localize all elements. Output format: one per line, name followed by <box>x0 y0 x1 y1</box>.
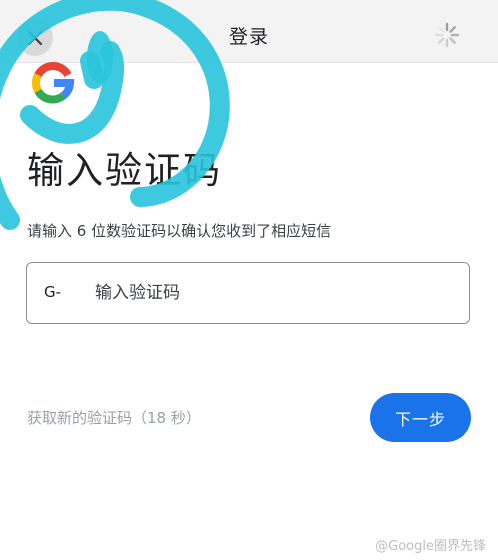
code-prefix: G- <box>44 283 62 301</box>
resend-code-link: 获取新的验证码（18 秒） <box>27 409 201 427</box>
heading: 输入验证码 <box>27 149 222 192</box>
watermark: @Google圈界先锋 <box>375 539 486 554</box>
next-button[interactable]: 下一步 <box>370 393 471 442</box>
header-bar: 登录 <box>0 0 498 63</box>
google-logo <box>32 62 75 104</box>
page-title: 登录 <box>228 26 269 48</box>
subtitle: 请输入 6 位数验证码以确认您收到了相应短信 <box>27 222 332 240</box>
verification-code-field[interactable]: G- <box>26 262 470 324</box>
spinner-icon <box>434 22 460 48</box>
verification-code-input[interactable] <box>95 275 455 311</box>
